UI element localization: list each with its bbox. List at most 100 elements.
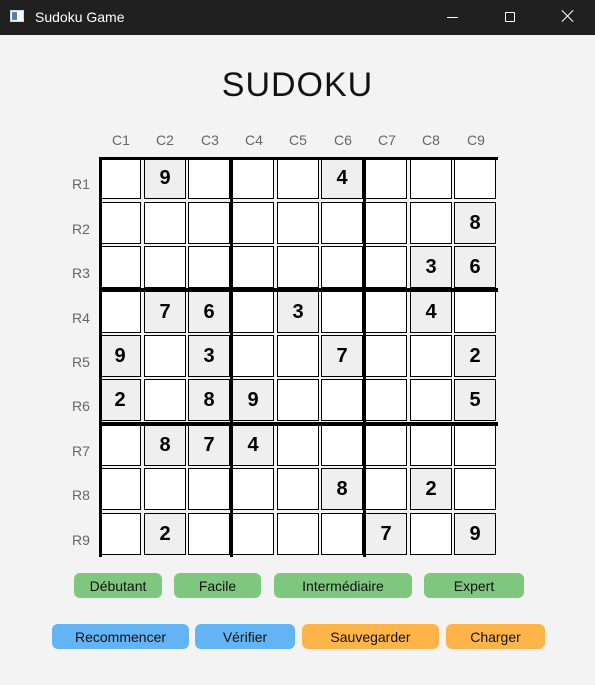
box-divider-line xyxy=(99,288,498,292)
sudoku-cell-r6-c9[interactable]: 5 xyxy=(454,379,496,421)
sudoku-cell-r5-c5[interactable] xyxy=(277,335,319,377)
sudoku-cell-r7-c3[interactable]: 7 xyxy=(188,424,230,466)
sudoku-cell-r3-c5[interactable] xyxy=(277,246,319,288)
sudoku-cell-r8-c2[interactable] xyxy=(144,468,186,510)
sudoku-cell-r5-c7[interactable] xyxy=(365,335,407,377)
sudoku-cell-r9-c9[interactable]: 9 xyxy=(454,513,496,555)
sudoku-cell-r2-c5[interactable] xyxy=(277,202,319,244)
sudoku-cell-r7-c6[interactable] xyxy=(321,424,363,466)
sudoku-cell-r9-c5[interactable] xyxy=(277,513,319,555)
sudoku-cell-r1-c9[interactable] xyxy=(454,157,496,199)
sudoku-cell-r7-c4[interactable]: 4 xyxy=(232,424,274,466)
maximize-icon xyxy=(505,12,515,22)
sudoku-cell-r5-c8[interactable] xyxy=(410,335,452,377)
sudoku-cell-r3-c9[interactable]: 6 xyxy=(454,246,496,288)
sudoku-cell-r9-c7[interactable]: 7 xyxy=(365,513,407,555)
minimize-button[interactable] xyxy=(430,0,476,35)
sudoku-cell-r2-c6[interactable] xyxy=(321,202,363,244)
column-label-c8: C8 xyxy=(422,132,440,148)
sudoku-cell-r2-c4[interactable] xyxy=(232,202,274,244)
sudoku-cell-r9-c6[interactable] xyxy=(321,513,363,555)
row-label-r4: R4 xyxy=(72,310,90,326)
sudoku-cell-r8-c3[interactable] xyxy=(188,468,230,510)
sudoku-cell-r7-c1[interactable] xyxy=(99,424,141,466)
sudoku-cell-r1-c7[interactable] xyxy=(365,157,407,199)
sudoku-cell-r4-c8[interactable]: 4 xyxy=(410,291,452,333)
column-label-c7: C7 xyxy=(378,132,396,148)
sudoku-cell-r6-c4[interactable]: 9 xyxy=(232,379,274,421)
sudoku-cell-r8-c9[interactable] xyxy=(454,468,496,510)
difficulty-intermediate-button[interactable]: Intermédiaire xyxy=(274,573,412,598)
sudoku-cell-r3-c3[interactable] xyxy=(188,246,230,288)
sudoku-cell-r8-c1[interactable] xyxy=(99,468,141,510)
sudoku-cell-r9-c3[interactable] xyxy=(188,513,230,555)
verify-button[interactable]: Vérifier xyxy=(195,624,295,649)
sudoku-cell-r9-c2[interactable]: 2 xyxy=(144,513,186,555)
sudoku-cell-r6-c6[interactable] xyxy=(321,379,363,421)
sudoku-cell-r1-c1[interactable] xyxy=(99,157,141,199)
sudoku-board: 9483676349372289587482279 xyxy=(99,157,498,557)
sudoku-cell-r5-c2[interactable] xyxy=(144,335,186,377)
sudoku-cell-r2-c7[interactable] xyxy=(365,202,407,244)
sudoku-cell-r3-c7[interactable] xyxy=(365,246,407,288)
sudoku-cell-r2-c9[interactable]: 8 xyxy=(454,202,496,244)
sudoku-cell-r4-c6[interactable] xyxy=(321,291,363,333)
sudoku-cell-r3-c8[interactable]: 3 xyxy=(410,246,452,288)
sudoku-cell-r6-c3[interactable]: 8 xyxy=(188,379,230,421)
sudoku-cell-r3-c4[interactable] xyxy=(232,246,274,288)
sudoku-cell-r1-c3[interactable] xyxy=(188,157,230,199)
sudoku-cell-r5-c3[interactable]: 3 xyxy=(188,335,230,377)
sudoku-cell-r5-c6[interactable]: 7 xyxy=(321,335,363,377)
sudoku-cell-r4-c9[interactable] xyxy=(454,291,496,333)
row-label-r5: R5 xyxy=(72,354,90,370)
sudoku-cell-r6-c5[interactable] xyxy=(277,379,319,421)
sudoku-cell-r7-c5[interactable] xyxy=(277,424,319,466)
sudoku-cell-r1-c2[interactable]: 9 xyxy=(144,157,186,199)
sudoku-cell-r4-c5[interactable]: 3 xyxy=(277,291,319,333)
sudoku-cell-r2-c3[interactable] xyxy=(188,202,230,244)
sudoku-cell-r4-c3[interactable]: 6 xyxy=(188,291,230,333)
sudoku-cell-r7-c8[interactable] xyxy=(410,424,452,466)
sudoku-cell-r1-c5[interactable] xyxy=(277,157,319,199)
sudoku-cell-r4-c1[interactable] xyxy=(99,291,141,333)
sudoku-cell-r1-c4[interactable] xyxy=(232,157,274,199)
maximize-button[interactable] xyxy=(487,0,533,35)
sudoku-cell-r6-c2[interactable] xyxy=(144,379,186,421)
sudoku-cell-r9-c1[interactable] xyxy=(99,513,141,555)
sudoku-cell-r2-c8[interactable] xyxy=(410,202,452,244)
difficulty-beginner-button[interactable]: Débutant xyxy=(74,573,162,598)
close-button[interactable] xyxy=(545,0,591,35)
sudoku-cell-r8-c5[interactable] xyxy=(277,468,319,510)
sudoku-cell-r5-c4[interactable] xyxy=(232,335,274,377)
sudoku-cell-r9-c4[interactable] xyxy=(232,513,274,555)
load-button[interactable]: Charger xyxy=(446,624,545,649)
sudoku-cell-r5-c9[interactable]: 2 xyxy=(454,335,496,377)
sudoku-cell-r3-c2[interactable] xyxy=(144,246,186,288)
sudoku-cell-r3-c6[interactable] xyxy=(321,246,363,288)
sudoku-cell-r4-c2[interactable]: 7 xyxy=(144,291,186,333)
save-button[interactable]: Sauvegarder xyxy=(302,624,439,649)
difficulty-easy-button[interactable]: Facile xyxy=(174,573,261,598)
difficulty-expert-button[interactable]: Expert xyxy=(424,573,524,598)
sudoku-cell-r4-c7[interactable] xyxy=(365,291,407,333)
sudoku-cell-r2-c2[interactable] xyxy=(144,202,186,244)
sudoku-cell-r8-c4[interactable] xyxy=(232,468,274,510)
sudoku-cell-r6-c1[interactable]: 2 xyxy=(99,379,141,421)
sudoku-cell-r3-c1[interactable] xyxy=(99,246,141,288)
sudoku-cell-r8-c8[interactable]: 2 xyxy=(410,468,452,510)
column-label-c2: C2 xyxy=(156,132,174,148)
restart-button[interactable]: Recommencer xyxy=(52,624,189,649)
sudoku-cell-r7-c7[interactable] xyxy=(365,424,407,466)
sudoku-cell-r6-c7[interactable] xyxy=(365,379,407,421)
sudoku-cell-r8-c7[interactable] xyxy=(365,468,407,510)
sudoku-cell-r7-c9[interactable] xyxy=(454,424,496,466)
sudoku-cell-r1-c6[interactable]: 4 xyxy=(321,157,363,199)
sudoku-cell-r5-c1[interactable]: 9 xyxy=(99,335,141,377)
sudoku-cell-r9-c8[interactable] xyxy=(410,513,452,555)
sudoku-cell-r2-c1[interactable] xyxy=(99,202,141,244)
sudoku-cell-r7-c2[interactable]: 8 xyxy=(144,424,186,466)
sudoku-cell-r6-c8[interactable] xyxy=(410,379,452,421)
sudoku-cell-r4-c4[interactable] xyxy=(232,291,274,333)
sudoku-cell-r1-c8[interactable] xyxy=(410,157,452,199)
sudoku-cell-r8-c6[interactable]: 8 xyxy=(321,468,363,510)
